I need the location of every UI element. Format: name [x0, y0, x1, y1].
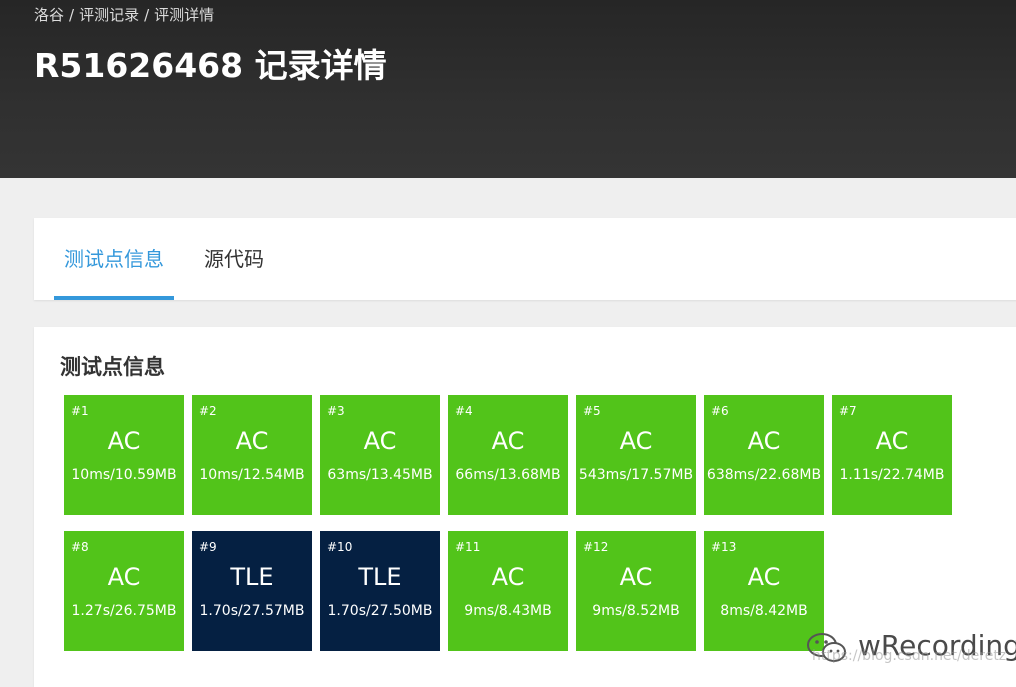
testcase-tile[interactable]: #4 AC 66ms/13.68MB — [448, 395, 568, 515]
testcase-status: AC — [363, 427, 397, 455]
testcase-number: #3 — [327, 404, 345, 418]
testcase-time-memory: 1.70s/27.57MB — [199, 603, 305, 619]
testcase-status: AC — [235, 427, 269, 455]
testcase-tile[interactable]: #9 TLE 1.70s/27.57MB — [192, 531, 312, 651]
testcase-time-memory: 543ms/17.57MB — [578, 467, 694, 483]
testcase-time-memory: 9ms/8.52MB — [592, 603, 680, 619]
page-header: 洛谷 / 评测记录 / 评测详情 R51626468 记录详情 — [0, 0, 1016, 178]
watermark-url: https://blog.csdn.net/deretz — [812, 648, 1007, 664]
testcase-number: #11 — [455, 540, 481, 554]
testcase-number: #5 — [583, 404, 601, 418]
breadcrumb-records[interactable]: 评测记录 — [79, 6, 139, 24]
testcase-status: TLE — [230, 563, 274, 591]
testcase-status: AC — [619, 427, 653, 455]
testcase-time-memory: 1.11s/22.74MB — [839, 467, 945, 483]
testcase-status: AC — [747, 563, 781, 591]
testcase-tile[interactable]: #6 AC 638ms/22.68MB — [704, 395, 824, 515]
testcase-number: #13 — [711, 540, 737, 554]
testcase-tile[interactable]: #7 AC 1.11s/22.74MB — [832, 395, 952, 515]
testcase-time-memory: 8ms/8.42MB — [720, 603, 808, 619]
testcase-time-memory: 9ms/8.43MB — [464, 603, 552, 619]
tab-bar: 测试点信息 源代码 — [34, 218, 1016, 300]
testcase-number: #8 — [71, 540, 89, 554]
testcase-time-memory: 66ms/13.68MB — [455, 467, 561, 483]
testcase-time-memory: 10ms/10.59MB — [71, 467, 177, 483]
testcase-time-memory: 638ms/22.68MB — [706, 467, 822, 483]
testcase-status: AC — [491, 427, 525, 455]
testcase-grid: #1 AC 10ms/10.59MB #2 AC 10ms/12.54MB #3 AC 63ms… — [64, 395, 964, 655]
testcase-number: #2 — [199, 404, 217, 418]
testcase-tile[interactable]: #10 TLE 1.70s/27.50MB — [320, 531, 440, 651]
breadcrumb: 洛谷 / 评测记录 / 评测详情 — [34, 5, 214, 25]
testcase-tile[interactable]: #2 AC 10ms/12.54MB — [192, 395, 312, 515]
section-title: 测试点信息 — [60, 355, 165, 379]
testcase-number: #1 — [71, 404, 89, 418]
testcase-status: AC — [875, 427, 909, 455]
breadcrumb-luogu[interactable]: 洛谷 — [34, 6, 64, 24]
tab-testcase-info[interactable]: 测试点信息 — [54, 218, 174, 300]
testcase-number: #4 — [455, 404, 473, 418]
testcase-number: #12 — [583, 540, 609, 554]
testcase-tile[interactable]: #11 AC 9ms/8.43MB — [448, 531, 568, 651]
testcase-tile[interactable]: #5 AC 543ms/17.57MB — [576, 395, 696, 515]
breadcrumb-separator: / — [69, 6, 75, 24]
testcase-tile[interactable]: #8 AC 1.27s/26.75MB — [64, 531, 184, 651]
testcase-status: AC — [107, 563, 141, 591]
page-title: R51626468 记录详情 — [34, 46, 387, 85]
testcase-tile[interactable]: #1 AC 10ms/10.59MB — [64, 395, 184, 515]
tab-source-code[interactable]: 源代码 — [194, 218, 274, 300]
testcase-tile[interactable]: #12 AC 9ms/8.52MB — [576, 531, 696, 651]
testcase-number: #9 — [199, 540, 217, 554]
breadcrumb-detail[interactable]: 评测详情 — [154, 6, 214, 24]
testcase-status: TLE — [358, 563, 402, 591]
testcase-time-memory: 10ms/12.54MB — [199, 467, 305, 483]
breadcrumb-separator: / — [144, 6, 150, 24]
testcase-time-memory: 1.27s/26.75MB — [71, 603, 177, 619]
testcase-number: #7 — [839, 404, 857, 418]
active-tab-indicator — [54, 296, 174, 300]
testcase-time-memory: 1.70s/27.50MB — [327, 603, 433, 619]
testcase-status: AC — [747, 427, 781, 455]
watermark: wRecording https://blog.csdn.net/deretz — [806, 628, 1016, 670]
testcase-time-memory: 63ms/13.45MB — [327, 467, 433, 483]
testcase-status: AC — [619, 563, 653, 591]
testcase-number: #10 — [327, 540, 353, 554]
testcase-status: AC — [491, 563, 525, 591]
testcase-status: AC — [107, 427, 141, 455]
testcase-number: #6 — [711, 404, 729, 418]
testcase-tile[interactable]: #3 AC 63ms/13.45MB — [320, 395, 440, 515]
